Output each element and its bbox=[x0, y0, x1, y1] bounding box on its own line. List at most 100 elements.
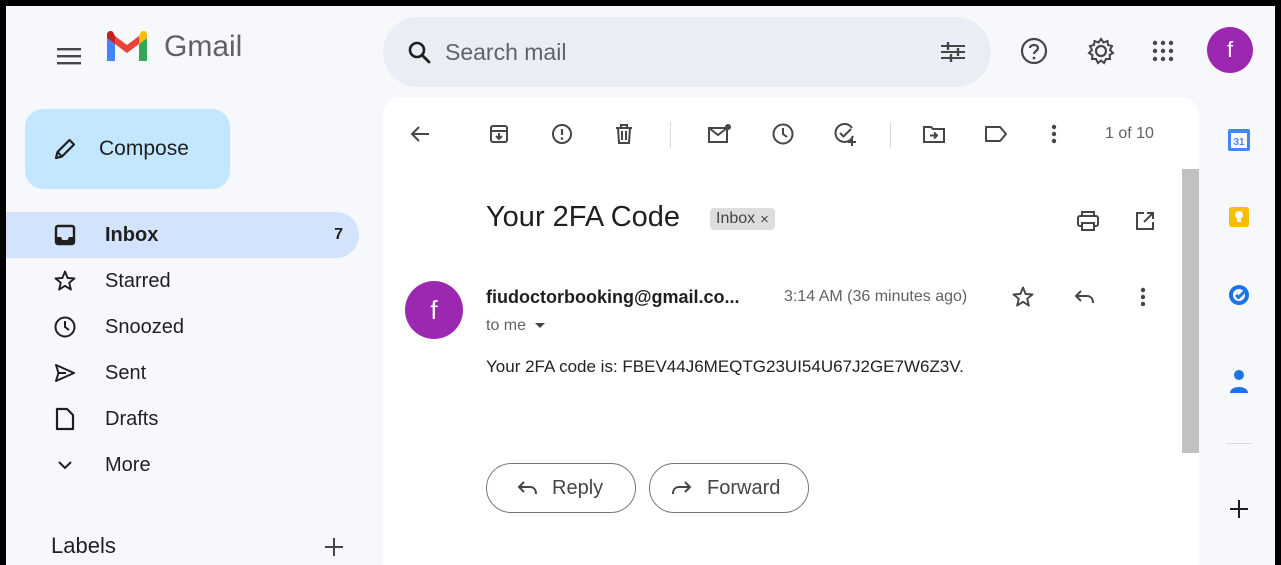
gear-icon bbox=[1087, 37, 1115, 65]
sidebar-item-snoozed[interactable]: Snoozed bbox=[6, 304, 359, 350]
move-to-button[interactable] bbox=[917, 117, 951, 151]
sidebar-item-inbox[interactable]: Inbox 7 bbox=[6, 212, 359, 258]
print-icon bbox=[1077, 211, 1099, 231]
pencil-icon bbox=[54, 138, 76, 160]
mark-unread-button[interactable] bbox=[703, 117, 737, 151]
reply-icon bbox=[1074, 290, 1094, 304]
labels-heading: Labels bbox=[51, 533, 116, 558]
send-icon bbox=[55, 364, 75, 382]
message-more-button[interactable] bbox=[1126, 280, 1160, 314]
apps-button[interactable] bbox=[1146, 34, 1180, 68]
search-icon[interactable] bbox=[407, 40, 431, 64]
email-body: Your 2FA code is: FBEV44J6MEQTG23UI54U67… bbox=[486, 357, 964, 376]
sidebar-item-label: More bbox=[105, 453, 151, 476]
forward-label: Forward bbox=[707, 476, 781, 499]
clock-icon bbox=[54, 316, 76, 338]
move-folder-icon bbox=[923, 126, 945, 143]
pagination-text: 1 of 10 bbox=[1105, 125, 1154, 142]
tasks-app-button[interactable] bbox=[1225, 281, 1253, 309]
support-button[interactable] bbox=[1017, 34, 1051, 68]
settings-button[interactable] bbox=[1084, 34, 1118, 68]
draft-icon bbox=[55, 407, 75, 431]
calendar-app-button[interactable]: 31 bbox=[1225, 126, 1253, 154]
reply-button[interactable]: Reply bbox=[486, 463, 636, 513]
mail-unread-icon bbox=[708, 124, 731, 143]
account-avatar[interactable]: f bbox=[1207, 27, 1253, 73]
contacts-app-button[interactable] bbox=[1225, 367, 1253, 395]
back-button[interactable] bbox=[403, 117, 437, 151]
sidebar-item-label: Starred bbox=[105, 269, 171, 292]
rail-divider bbox=[1226, 443, 1252, 444]
archive-button[interactable] bbox=[482, 117, 516, 151]
apps-grid-icon bbox=[1152, 40, 1174, 62]
report-spam-button[interactable] bbox=[545, 117, 579, 151]
email-time: 3:14 AM (36 minutes ago) bbox=[784, 288, 968, 305]
forward-button[interactable]: Forward bbox=[649, 463, 809, 513]
keep-icon bbox=[1229, 207, 1249, 227]
gmail-window: Gmail f Compose Inbox 7 Starred bbox=[6, 6, 1275, 565]
star-button[interactable] bbox=[1006, 280, 1040, 314]
label-chip-text: Inbox bbox=[716, 210, 756, 227]
sidebar-item-more[interactable]: More bbox=[6, 442, 359, 488]
calendar-icon: 31 bbox=[1228, 129, 1250, 151]
sidebar-item-label: Drafts bbox=[105, 407, 159, 430]
snooze-button[interactable] bbox=[766, 117, 800, 151]
recipient-text: to me bbox=[486, 317, 527, 334]
sidebar-item-drafts[interactable]: Drafts bbox=[6, 396, 359, 442]
open-in-new-icon bbox=[1136, 212, 1154, 230]
reply-icon-button[interactable] bbox=[1067, 280, 1101, 314]
inbox-icon bbox=[54, 224, 76, 246]
recipient-details[interactable]: to me bbox=[486, 317, 546, 335]
gmail-m-icon bbox=[107, 31, 147, 61]
help-icon bbox=[1020, 37, 1048, 65]
more-vert-icon bbox=[1051, 124, 1057, 144]
calendar-day-text: 31 bbox=[1233, 137, 1245, 148]
app-name: Gmail bbox=[164, 30, 243, 63]
compose-label: Compose bbox=[99, 137, 189, 160]
star-icon bbox=[54, 270, 76, 291]
keep-app-button[interactable] bbox=[1225, 203, 1253, 231]
get-addons-button[interactable] bbox=[1225, 495, 1253, 523]
sidebar-item-label: Sent bbox=[105, 361, 147, 384]
remove-label-icon[interactable]: × bbox=[760, 211, 769, 228]
chevron-down-icon bbox=[58, 461, 72, 470]
sidebar-item-sent[interactable]: Sent bbox=[6, 350, 359, 396]
inbox-label-chip[interactable]: Inbox × bbox=[710, 208, 775, 230]
delete-button[interactable] bbox=[607, 117, 641, 151]
labels-button[interactable] bbox=[979, 117, 1013, 151]
clock-icon bbox=[772, 123, 794, 145]
archive-icon bbox=[490, 125, 508, 143]
gmail-logo[interactable]: Gmail bbox=[104, 30, 242, 64]
main-menu-button[interactable] bbox=[49, 36, 89, 76]
more-vert-icon bbox=[1140, 287, 1146, 307]
contacts-icon bbox=[1230, 370, 1248, 393]
search-bar[interactable] bbox=[383, 17, 991, 87]
sidebar-item-label: Snoozed bbox=[105, 315, 184, 338]
label-icon bbox=[985, 126, 1007, 142]
add-label-icon[interactable] bbox=[320, 533, 348, 561]
more-options-button[interactable] bbox=[1037, 117, 1071, 151]
email-subject: Your 2FA Code bbox=[486, 201, 681, 233]
toolbar-divider bbox=[670, 122, 671, 148]
unread-count: 7 bbox=[334, 226, 343, 243]
compose-button[interactable]: Compose bbox=[25, 109, 230, 189]
search-options-icon[interactable] bbox=[939, 40, 967, 64]
sender-avatar[interactable]: f bbox=[405, 281, 463, 339]
sender-name[interactable]: fiudoctorbooking@gmail.co... bbox=[486, 287, 740, 308]
add-to-tasks-button[interactable] bbox=[828, 117, 862, 151]
forward-icon bbox=[672, 481, 692, 495]
add-task-icon bbox=[834, 123, 856, 146]
caret-down-icon bbox=[535, 323, 546, 328]
open-new-window-button[interactable] bbox=[1128, 204, 1162, 238]
arrow-left-icon bbox=[410, 126, 429, 142]
sidebar-nav: Inbox 7 Starred Snoozed Sent Drafts More bbox=[6, 212, 359, 488]
plus-icon bbox=[1230, 500, 1248, 518]
sidebar-item-label: Inbox bbox=[105, 223, 159, 246]
search-input[interactable] bbox=[443, 37, 917, 67]
print-button[interactable] bbox=[1071, 204, 1105, 238]
scrollbar[interactable] bbox=[1182, 169, 1199, 453]
reply-label: Reply bbox=[552, 476, 604, 499]
report-icon bbox=[552, 124, 572, 144]
sidebar-item-starred[interactable]: Starred bbox=[6, 258, 359, 304]
reply-icon bbox=[517, 481, 537, 495]
